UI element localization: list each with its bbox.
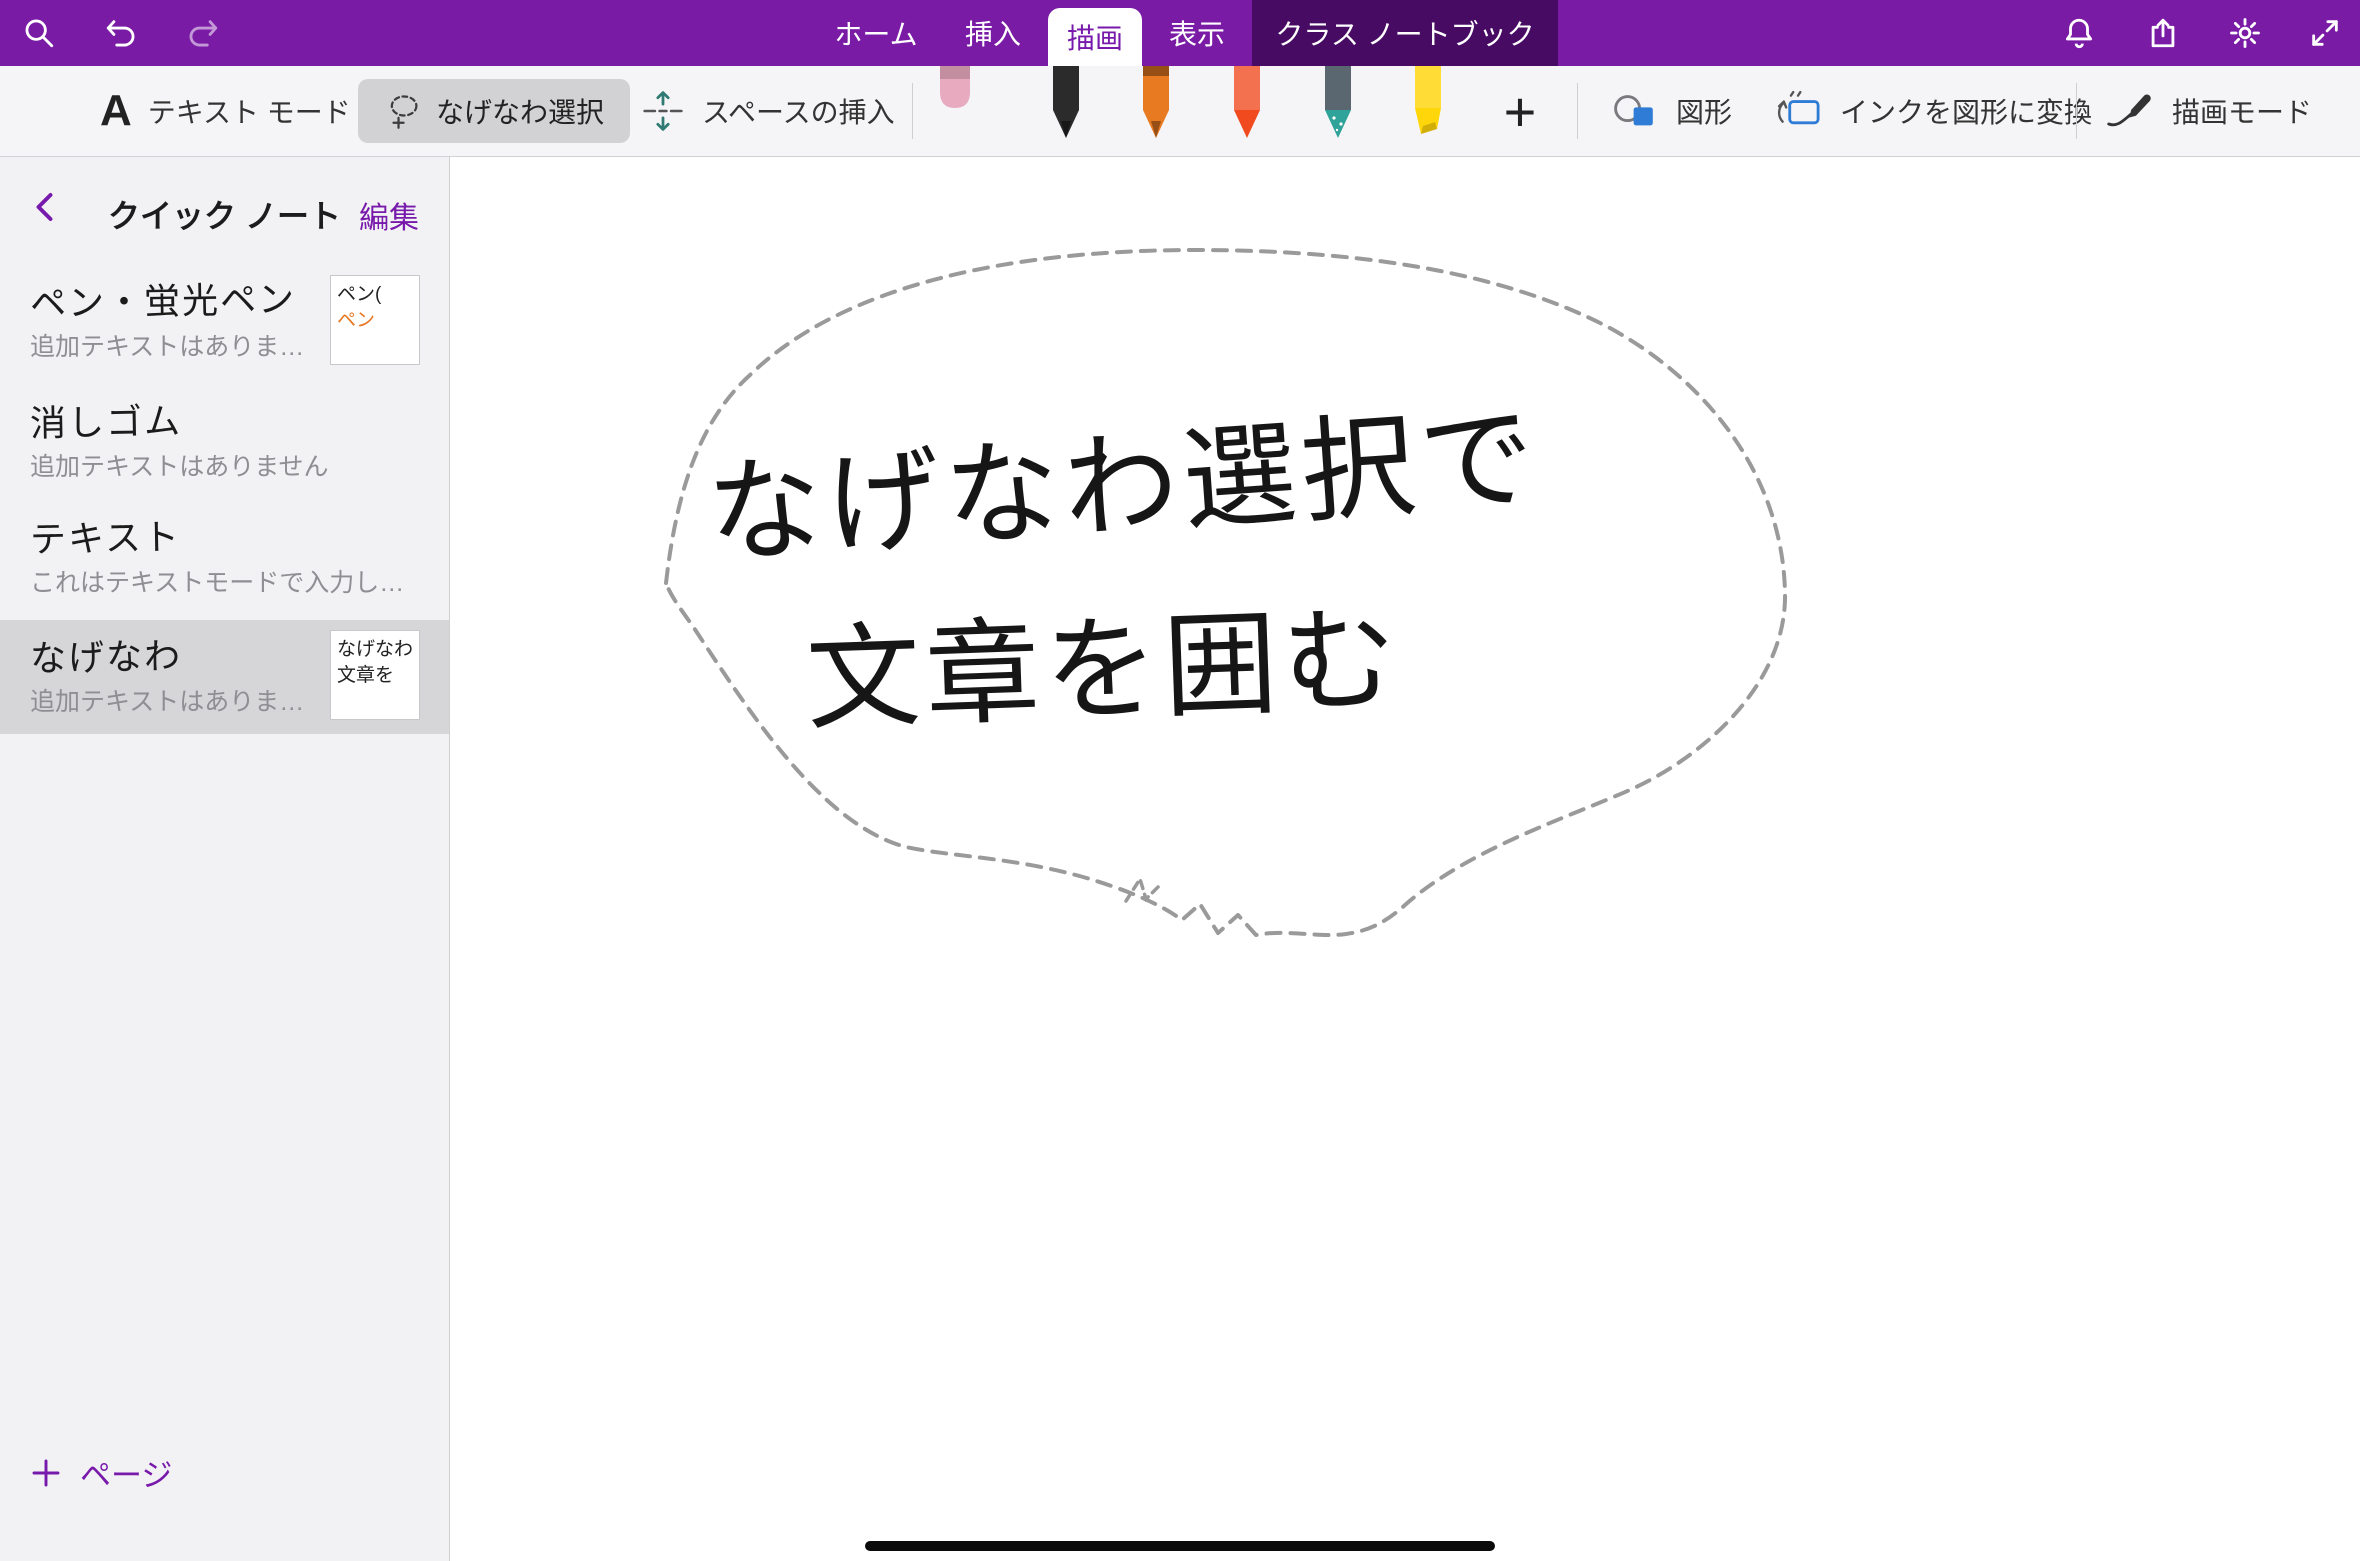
page-thumbnail: なげなわ 文章を [330,630,420,720]
ink-to-shape-icon [1772,90,1824,132]
page-list-item-selected[interactable]: なげなわ 追加テキストはありま… なげなわ 文章を [0,620,449,734]
redo-icon [186,16,220,50]
pen-red-marker-icon [1219,66,1275,146]
page-list-item[interactable]: ペン・蛍光ペン 追加テキストはありま… ペン( ペン [0,265,449,383]
highlighter-yellow-tool[interactable] [1400,66,1456,146]
tab-home[interactable]: ホーム [820,0,932,66]
draw-mode-icon [2104,90,2156,132]
pen-galaxy-tool[interactable] [1310,66,1366,146]
pen-orange-tool[interactable] [1128,66,1184,146]
pen-orange-icon [1128,66,1184,146]
insert-space-label: スペースの挿入 [702,91,895,131]
tab-home-label: ホーム [834,13,917,53]
eraser-icon [927,66,983,146]
page-subtitle: これはテキストモードで入力し… [30,563,404,599]
handwritten-ink-line-2: 文章を囲む [803,567,1403,753]
search-button[interactable] [20,14,58,52]
insert-space-button[interactable]: スペースの挿入 [640,66,895,156]
text-mode-label: テキスト モード [148,91,351,131]
notifications-button[interactable] [2060,14,2098,52]
page-subtitle: 追加テキストはありません [30,447,329,483]
drawing-canvas[interactable]: なげなわ選択で 文章を囲む [450,157,2360,1561]
tab-insert[interactable]: 挿入 [944,0,1042,66]
tab-view-label: 表示 [1169,13,1225,53]
toolbar-divider [2076,83,2077,139]
page-title: ペン・蛍光ペン [30,270,297,327]
add-pen-label: + [1504,79,1537,144]
shapes-icon [1612,90,1660,132]
page-list-item[interactable]: テキスト これはテキストモードで入力し… [0,501,449,619]
search-icon [22,16,56,50]
page-subtitle: 追加テキストはありま… [30,327,304,363]
bell-icon [2062,16,2096,50]
page-subtitle: 追加テキストはありま… [30,682,304,718]
home-indicator-bar[interactable] [865,1541,1495,1551]
share-button[interactable] [2144,14,2182,52]
ink-to-shape-label: インクを図形に変換 [1840,91,2092,131]
tab-insert-label: 挿入 [965,13,1021,53]
tab-draw[interactable]: 描画 [1048,8,1142,66]
page-title: 消しゴム [30,392,183,447]
pen-black-tool[interactable] [1038,66,1094,146]
pen-black-icon [1038,66,1094,146]
page-title: なげなわ [30,627,183,682]
lasso-selection-outline [450,157,2360,1561]
pen-galaxy-icon [1310,66,1366,146]
thumbnail-ink-text: ペン( [337,282,413,308]
thumbnail-ink-text: なげなわ [337,637,413,663]
insert-space-icon [640,90,686,132]
add-page-button[interactable]: ページ [30,1450,172,1495]
gear-icon [2228,16,2262,50]
top-app-bar: ホーム 挿入 描画 表示 クラス ノートブック [0,0,2360,66]
tab-class-notebook-label: クラス ノートブック [1275,13,1534,53]
text-mode-icon: A [100,86,132,136]
page-thumbnail: ペン( ペン [330,275,420,365]
page-list-sidebar: クイック ノート 編集 ペン・蛍光ペン 追加テキストはありま… ペン( ペン 消… [0,157,450,1561]
eraser-tool[interactable] [927,66,983,146]
page-title: テキスト [30,508,182,563]
draw-mode-label: 描画モード [2172,91,2312,131]
redo-button[interactable] [184,14,222,52]
tab-draw-label: 描画 [1067,17,1123,57]
lasso-icon [384,92,422,130]
plus-icon [30,1457,62,1489]
expand-icon [2308,16,2342,50]
text-mode-button[interactable]: A テキスト モード [100,66,351,156]
draw-mode-button[interactable]: 描画モード [2104,66,2312,156]
lasso-select-label: なげなわ選択 [436,91,604,131]
undo-button[interactable] [102,14,140,52]
toolbar-divider [1577,83,1578,139]
ink-to-shape-button[interactable]: インクを図形に変換 [1772,66,2092,156]
lasso-select-button[interactable]: なげなわ選択 [358,79,630,143]
toolbar-divider [912,83,913,139]
thumbnail-ink-text: ペン [337,308,413,334]
settings-button[interactable] [2226,14,2264,52]
share-icon [2146,16,2180,50]
undo-icon [104,16,138,50]
page-list-item[interactable]: 消しゴム 追加テキストはありません [0,385,449,499]
shapes-button[interactable]: 図形 [1612,66,1732,156]
tab-class-notebook[interactable]: クラス ノートブック [1252,0,1558,66]
pen-red-marker-tool[interactable] [1219,66,1275,146]
fullscreen-button[interactable] [2306,14,2344,52]
sidebar-header: クイック ノート 編集 [0,181,449,237]
thumbnail-ink-text: 文章を [337,663,413,689]
shapes-label: 図形 [1676,91,1732,131]
edit-button[interactable]: 編集 [359,193,419,237]
tab-view[interactable]: 表示 [1150,0,1244,66]
draw-toolbar: A テキスト モード なげなわ選択 スペースの挿入 [0,66,2360,157]
highlighter-yellow-icon [1400,66,1456,146]
add-page-label: ページ [80,1450,172,1495]
add-pen-button[interactable]: + [1492,66,1548,156]
